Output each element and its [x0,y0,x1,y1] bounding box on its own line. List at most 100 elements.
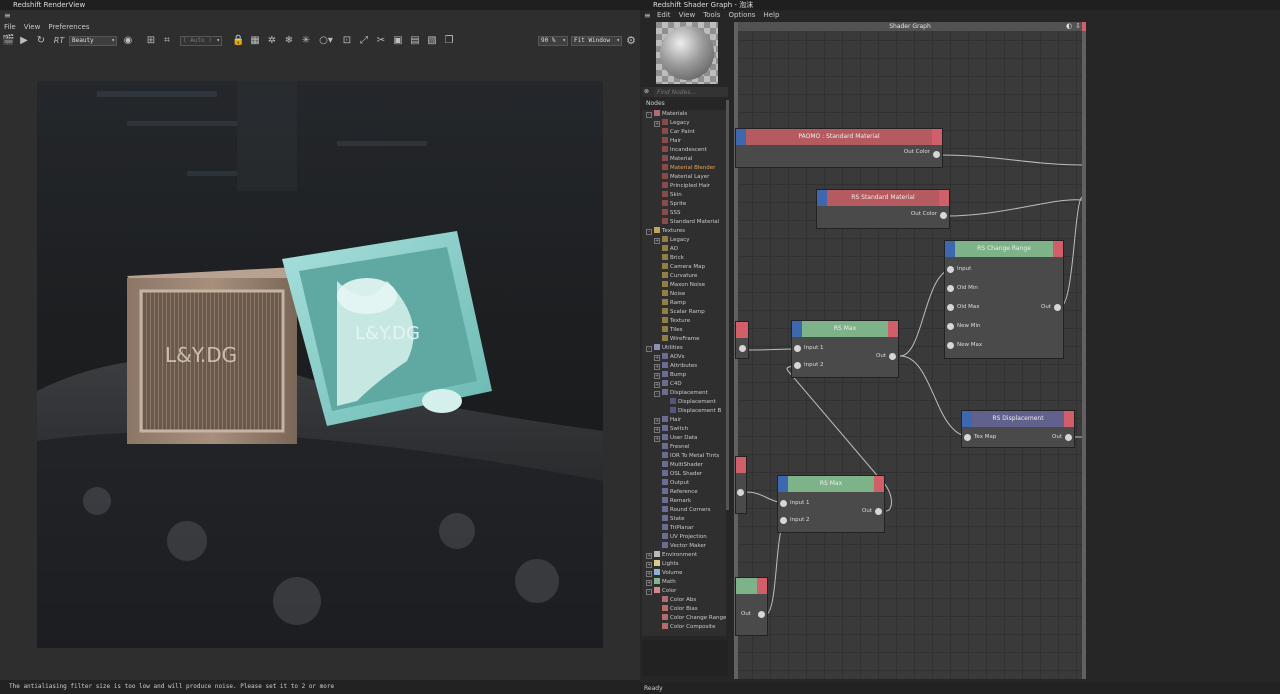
node-tree-item[interactable]: State [654,515,685,524]
collapse-icon[interactable]: - [646,112,652,118]
snowflake-icon[interactable]: ✲ [266,35,278,47]
output-port[interactable] [875,508,882,515]
grid-icon[interactable]: ⊞ [145,35,157,47]
circle-dropdown-icon[interactable]: ○▾ [317,35,335,47]
sun-icon[interactable]: ✳ [300,35,312,47]
node-tree-item[interactable]: + AOVs [654,353,685,362]
node-tree-item[interactable]: + Lights [646,560,679,569]
output-port[interactable] [933,151,940,158]
node-offscreen-3[interactable]: Out [736,578,767,635]
node-tree-item[interactable]: Color Abs [654,596,696,605]
input-port[interactable] [947,342,954,349]
node-tree-item[interactable]: Curvature [654,272,697,281]
node-tree-item[interactable]: + Volume [646,569,682,578]
node-tree-item[interactable]: Skin [654,191,682,200]
node-tree-item[interactable]: WireFrame [654,335,700,344]
menu-view[interactable]: View [24,22,41,32]
node-tree-item[interactable]: Maxon Noise [654,281,705,290]
expand-icon[interactable]: + [654,355,660,361]
expand-icon[interactable]: + [654,121,660,127]
node-tree-item[interactable]: - Color [646,587,676,596]
expand-icon[interactable]: + [654,418,660,424]
node-tree-item[interactable]: Round Corners [654,506,711,515]
node-tree-item[interactable]: Texture [654,317,690,326]
play-icon[interactable]: ▶ [18,35,30,47]
node-tree-item[interactable]: - Utilities [646,344,683,353]
clapper-icon[interactable]: 🎬 [2,35,14,47]
copy-icon[interactable]: ❐ [443,35,455,47]
node-tree-item[interactable]: TriPlanar [654,524,694,533]
node-tree-item[interactable]: Car Paint [654,128,695,137]
output-port[interactable] [737,489,744,496]
output-port[interactable] [739,345,746,352]
expand-icon[interactable]: + [654,382,660,388]
snowflake-alt-icon[interactable]: ❄ [283,35,295,47]
region-icon[interactable]: ⊡ [341,35,353,47]
node-paomo-material[interactable]: PAOMO : Standard Material Out Color [736,129,942,167]
node-tree-item[interactable]: - Textures [646,227,685,236]
expand-icon[interactable]: + [646,571,652,577]
node-tree-item[interactable]: + User Data [654,434,697,443]
node-tree-item[interactable]: Camera Map [654,263,705,272]
menu-options[interactable]: Options [728,10,755,21]
node-rs-standard-material[interactable]: RS Standard Material Out Color [817,190,949,228]
menu-file[interactable]: File [4,22,16,32]
node-tree-item[interactable]: + Bump [654,371,686,380]
node-tree-item[interactable]: Brick [654,254,684,263]
menu-tools[interactable]: Tools [703,10,720,21]
node-tree-item[interactable]: + Legacy [654,236,690,245]
input-port[interactable] [947,304,954,311]
expand-icon[interactable]: + [654,436,660,442]
node-tree-item[interactable]: Vector Maker [654,542,706,551]
graph-pin-icon[interactable]: ◐ [1066,22,1072,30]
node-tree-item[interactable]: + Switch [654,425,688,434]
node-tree-item[interactable]: Tiles [654,326,683,335]
node-tree-item[interactable]: IOR To Metal Tints [654,452,719,461]
snapshot-icon[interactable]: ▣ [392,35,404,47]
node-tree-item[interactable]: UV Projection [654,533,707,542]
tools-icon[interactable]: ✂ [375,35,387,47]
node-tree-item[interactable]: Hair [654,137,681,146]
eye-icon[interactable]: ◉ [121,35,135,47]
refresh-icon[interactable]: ↻ [35,35,47,47]
input-port[interactable] [947,285,954,292]
node-tree-item[interactable]: Color Bias [654,605,698,614]
expand-icon[interactable]: + [646,562,652,568]
node-tree-item[interactable]: Displacement [662,398,716,407]
node-tree-item[interactable]: Material Layer [654,173,709,182]
node-tree-item[interactable]: + Hair [654,416,681,425]
graph-close-icon[interactable] [1082,22,1086,31]
menu-hamburger-icon[interactable]: ≡ [4,11,16,21]
node-tree-item[interactable]: + C4D [654,380,682,389]
node-tree-item[interactable]: Material Blender [654,164,715,173]
node-tree-item[interactable]: + Attributes [654,362,697,371]
collapse-icon[interactable]: - [646,229,652,235]
menu-help[interactable]: Help [763,10,779,21]
collapse-icon[interactable]: - [646,346,652,352]
input-port[interactable] [794,362,801,369]
node-tree-item[interactable]: Displacement B [662,407,721,416]
shader-graph-canvas[interactable]: Shader Graph ◐ ⇩ PAOMO : Standard Materi… [734,22,1086,679]
input-port[interactable] [947,323,954,330]
node-tree-item[interactable]: Reference [654,488,698,497]
node-tree-item[interactable]: + Legacy [654,119,690,128]
node-tree-scrollbar[interactable] [726,100,729,510]
node-offscreen-1[interactable] [736,322,748,358]
node-tree-item[interactable]: Color Composite [654,623,715,632]
expand-icon[interactable]: + [654,238,660,244]
output-port[interactable] [889,353,896,360]
image-icon[interactable]: ▧ [426,35,438,47]
input-port[interactable] [780,500,787,507]
node-tree-item[interactable]: Output [654,479,689,488]
node-tree-item[interactable]: Color Change Range [654,614,726,623]
node-tree-item[interactable]: + Environment [646,551,697,560]
node-tree-item[interactable]: - Displacement [654,389,708,398]
collapse-icon[interactable]: - [654,391,660,397]
fit-select[interactable]: Fit Window [571,36,622,46]
menu-edit[interactable]: Edit [657,10,671,21]
node-tree-item[interactable]: Material [654,155,692,164]
node-tree-item[interactable]: OSL Shader [654,470,702,479]
node-tree-item[interactable]: Remark [654,497,691,506]
menu-view[interactable]: View [679,10,696,21]
node-tree-item[interactable]: Incandescent [654,146,707,155]
